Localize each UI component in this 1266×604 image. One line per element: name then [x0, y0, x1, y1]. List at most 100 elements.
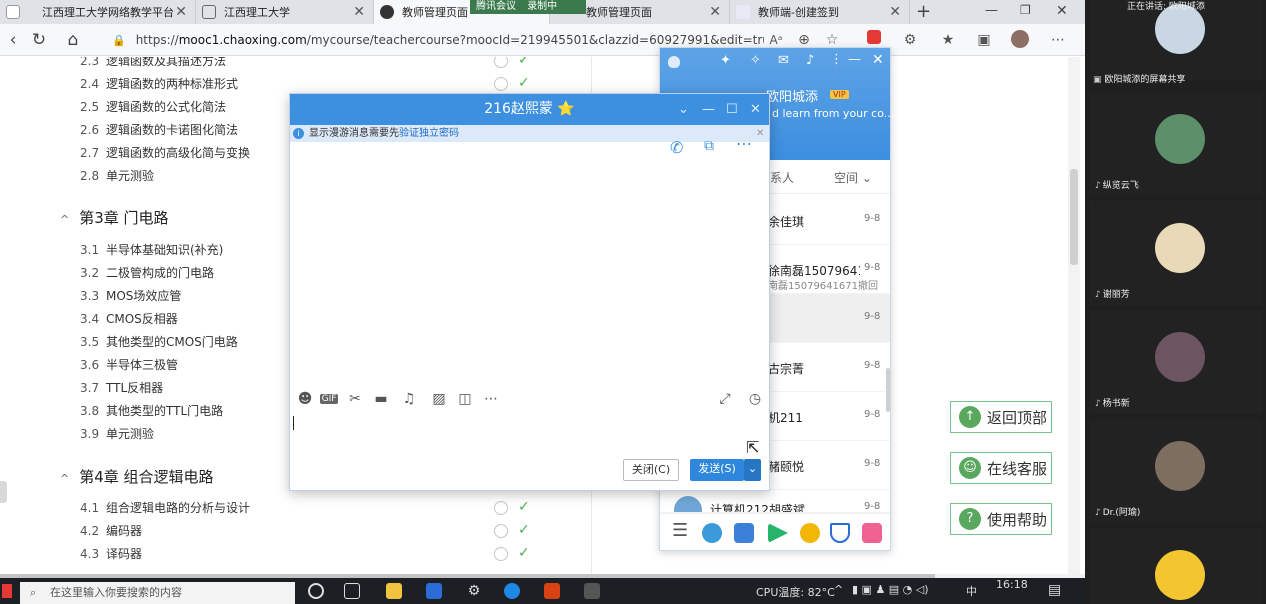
chevron-up-icon[interactable]: ^	[834, 583, 843, 596]
emoji-icon[interactable]: ☻	[296, 391, 314, 407]
conversation-row[interactable]: 计算机212胡盛斌 9-8	[660, 490, 890, 513]
qq-signature[interactable]: d learn from your co...	[772, 107, 894, 120]
edge-icon[interactable]	[504, 583, 520, 599]
cortana-icon[interactable]	[308, 583, 324, 599]
apps-grid-icon[interactable]	[862, 523, 882, 543]
section-2-7[interactable]: 2.7 逻辑函数的高级化简与变换	[80, 144, 250, 161]
tab-jxust[interactable]: 江西理工大学 ✕	[196, 0, 374, 24]
close-icon[interactable]: ✕	[750, 94, 761, 125]
minimize-icon[interactable]: —	[848, 52, 861, 67]
section-3-3[interactable]: 3.3 MOS场效应管	[80, 287, 181, 304]
skin-icon[interactable]: ✧	[750, 53, 761, 68]
chapter-3-heading[interactable]: ^ 第3章 门电路	[60, 207, 169, 228]
participant-tile[interactable]: ♪ 杨书新	[1089, 310, 1262, 414]
participant-tile[interactable]: ♪ 纵览云飞	[1089, 92, 1262, 196]
add-friend-icon[interactable]	[702, 523, 722, 543]
section-3-4[interactable]: 3.4 CMOS反相器	[80, 310, 178, 327]
close-icon[interactable]: ✕	[353, 4, 365, 20]
participant-tile[interactable]: 正在讲话: 欧阳城添	[1089, 0, 1262, 80]
section-2-4[interactable]: 2.4 逻辑函数的两种标准形式	[80, 75, 238, 92]
tab-jxust-platform[interactable]: 江西理工大学网络教学平台 ✕	[0, 0, 196, 24]
menu-icon[interactable]: ☰	[672, 520, 688, 541]
section-3-9[interactable]: 3.9 单元测验	[80, 425, 154, 442]
extension-icon[interactable]	[867, 30, 881, 44]
sidebar-handle[interactable]	[0, 481, 7, 503]
message-area[interactable]	[290, 142, 769, 387]
message-input[interactable]	[290, 413, 769, 453]
section-3-5[interactable]: 3.5 其他类型的CMOS门电路	[80, 333, 238, 350]
new-tab-icon[interactable]: +	[916, 1, 931, 22]
send-button[interactable]: 发送(S)	[690, 459, 744, 481]
expand-icon[interactable]: ⤢	[716, 391, 734, 407]
app-icon[interactable]	[584, 583, 600, 599]
participant-tile[interactable]	[1089, 528, 1262, 604]
maximize-icon[interactable]: ☐	[726, 94, 738, 125]
minimize-icon[interactable]: —	[702, 94, 715, 125]
close-icon[interactable]: ✕	[709, 4, 721, 20]
section-3-6[interactable]: 3.6 半导体三极管	[80, 356, 178, 373]
image-icon[interactable]: ▨	[430, 391, 448, 407]
back-icon[interactable]: ‹	[2, 29, 24, 51]
pin-icon[interactable]: ✦	[720, 53, 731, 68]
mail-icon[interactable]: ✉	[778, 53, 789, 68]
settings-gear-icon[interactable]: ⚙	[466, 583, 482, 599]
powerpoint-icon[interactable]	[544, 583, 560, 599]
chevron-down-icon[interactable]: ⌄	[678, 94, 689, 125]
close-icon[interactable]: ✕	[175, 4, 187, 20]
section-2-6[interactable]: 2.6 逻辑函数的卡诺图化简法	[80, 121, 238, 138]
tab-checkin[interactable]: 教师端-创建签到 ✕	[730, 0, 910, 24]
profile-avatar[interactable]	[1011, 30, 1029, 48]
start-icon[interactable]	[2, 584, 12, 598]
games-icon[interactable]	[800, 523, 820, 543]
scissors-icon[interactable]: ✂	[346, 391, 364, 407]
vertical-scrollbar[interactable]	[1068, 57, 1080, 577]
music-icon[interactable]: ♫	[400, 391, 418, 407]
participant-tile[interactable]: ♪ Dr.(阿瑜)	[1089, 419, 1262, 523]
restore-icon[interactable]: ❐	[1020, 3, 1031, 17]
history-clock-icon[interactable]: ◷	[746, 391, 764, 407]
extensions-icon[interactable]: ⚙	[900, 30, 920, 50]
more-icon[interactable]: ⋯	[1048, 30, 1068, 50]
section-2-3[interactable]: 2.3 逻辑函数及其描述方法	[80, 57, 226, 69]
more-icon[interactable]: ⋯	[482, 391, 500, 407]
tab-contacts[interactable]: 系人	[770, 169, 794, 186]
section-3-7[interactable]: 3.7 TTL反相器	[80, 379, 163, 396]
tab-space[interactable]: 空间 ⌄	[834, 169, 872, 186]
task-view-icon[interactable]	[344, 583, 360, 599]
meeting-indicator[interactable]: 腾讯会议 录制中	[470, 0, 586, 14]
home-icon[interactable]: ⌂	[62, 29, 84, 51]
chat-title-bar[interactable]: 216赵熙蒙 ⭐	[290, 94, 769, 125]
video-play-icon[interactable]	[768, 523, 788, 543]
minimize-icon[interactable]: —	[985, 3, 998, 18]
participant-tile[interactable]: ♪ 谢丽芳	[1089, 201, 1262, 305]
folder-icon[interactable]: ▬	[372, 391, 390, 407]
bell-icon[interactable]: ♪	[806, 53, 814, 68]
back-to-top-button[interactable]: ↑ 返回顶部	[950, 401, 1052, 433]
notification-icon[interactable]: ▤	[1048, 582, 1061, 598]
gif-icon[interactable]: GIF	[320, 394, 338, 404]
section-3-8[interactable]: 3.8 其他类型的TTL门电路	[80, 402, 223, 419]
section-4-2[interactable]: 4.2 编码器	[80, 522, 142, 539]
tray-icons[interactable]: ▮ ▣ ♟ ▤ ◔ ◁)	[852, 583, 929, 596]
scroll-thumb[interactable]	[886, 368, 890, 412]
close-icon[interactable]: ✕	[872, 52, 884, 68]
favorites-icon[interactable]: ★	[938, 30, 958, 50]
verify-password-link[interactable]: 验证独立密码	[399, 128, 459, 139]
section-2-5[interactable]: 2.5 逻辑函数的公式化简法	[80, 98, 226, 115]
chevron-down-icon[interactable]: ⌄	[744, 459, 761, 481]
help-button[interactable]: ? 使用帮助	[950, 503, 1052, 535]
close-icon[interactable]: ✕	[756, 125, 764, 142]
close-chat-button[interactable]: 关闭(C)	[623, 459, 679, 481]
clock[interactable]: 16:18	[996, 578, 1028, 591]
taskbar-search[interactable]: ⌕ 在这里输入你要搜索的内容	[20, 582, 295, 604]
section-3-2[interactable]: 3.2 二极管构成的门电路	[80, 264, 214, 281]
section-4-3[interactable]: 4.3 译码器	[80, 545, 142, 562]
store-icon[interactable]	[426, 583, 442, 599]
collections-icon[interactable]: ▣	[974, 30, 994, 50]
scroll-thumb[interactable]	[1070, 169, 1078, 265]
section-3-1[interactable]: 3.1 半导体基础知识(补充)	[80, 241, 223, 258]
reload-icon[interactable]: ↻	[28, 29, 50, 51]
chapter-4-heading[interactable]: ^ 第4章 组合逻辑电路	[60, 466, 214, 487]
window-close-icon[interactable]: ✕	[1056, 3, 1068, 19]
ime-indicator[interactable]: 中	[966, 583, 977, 599]
